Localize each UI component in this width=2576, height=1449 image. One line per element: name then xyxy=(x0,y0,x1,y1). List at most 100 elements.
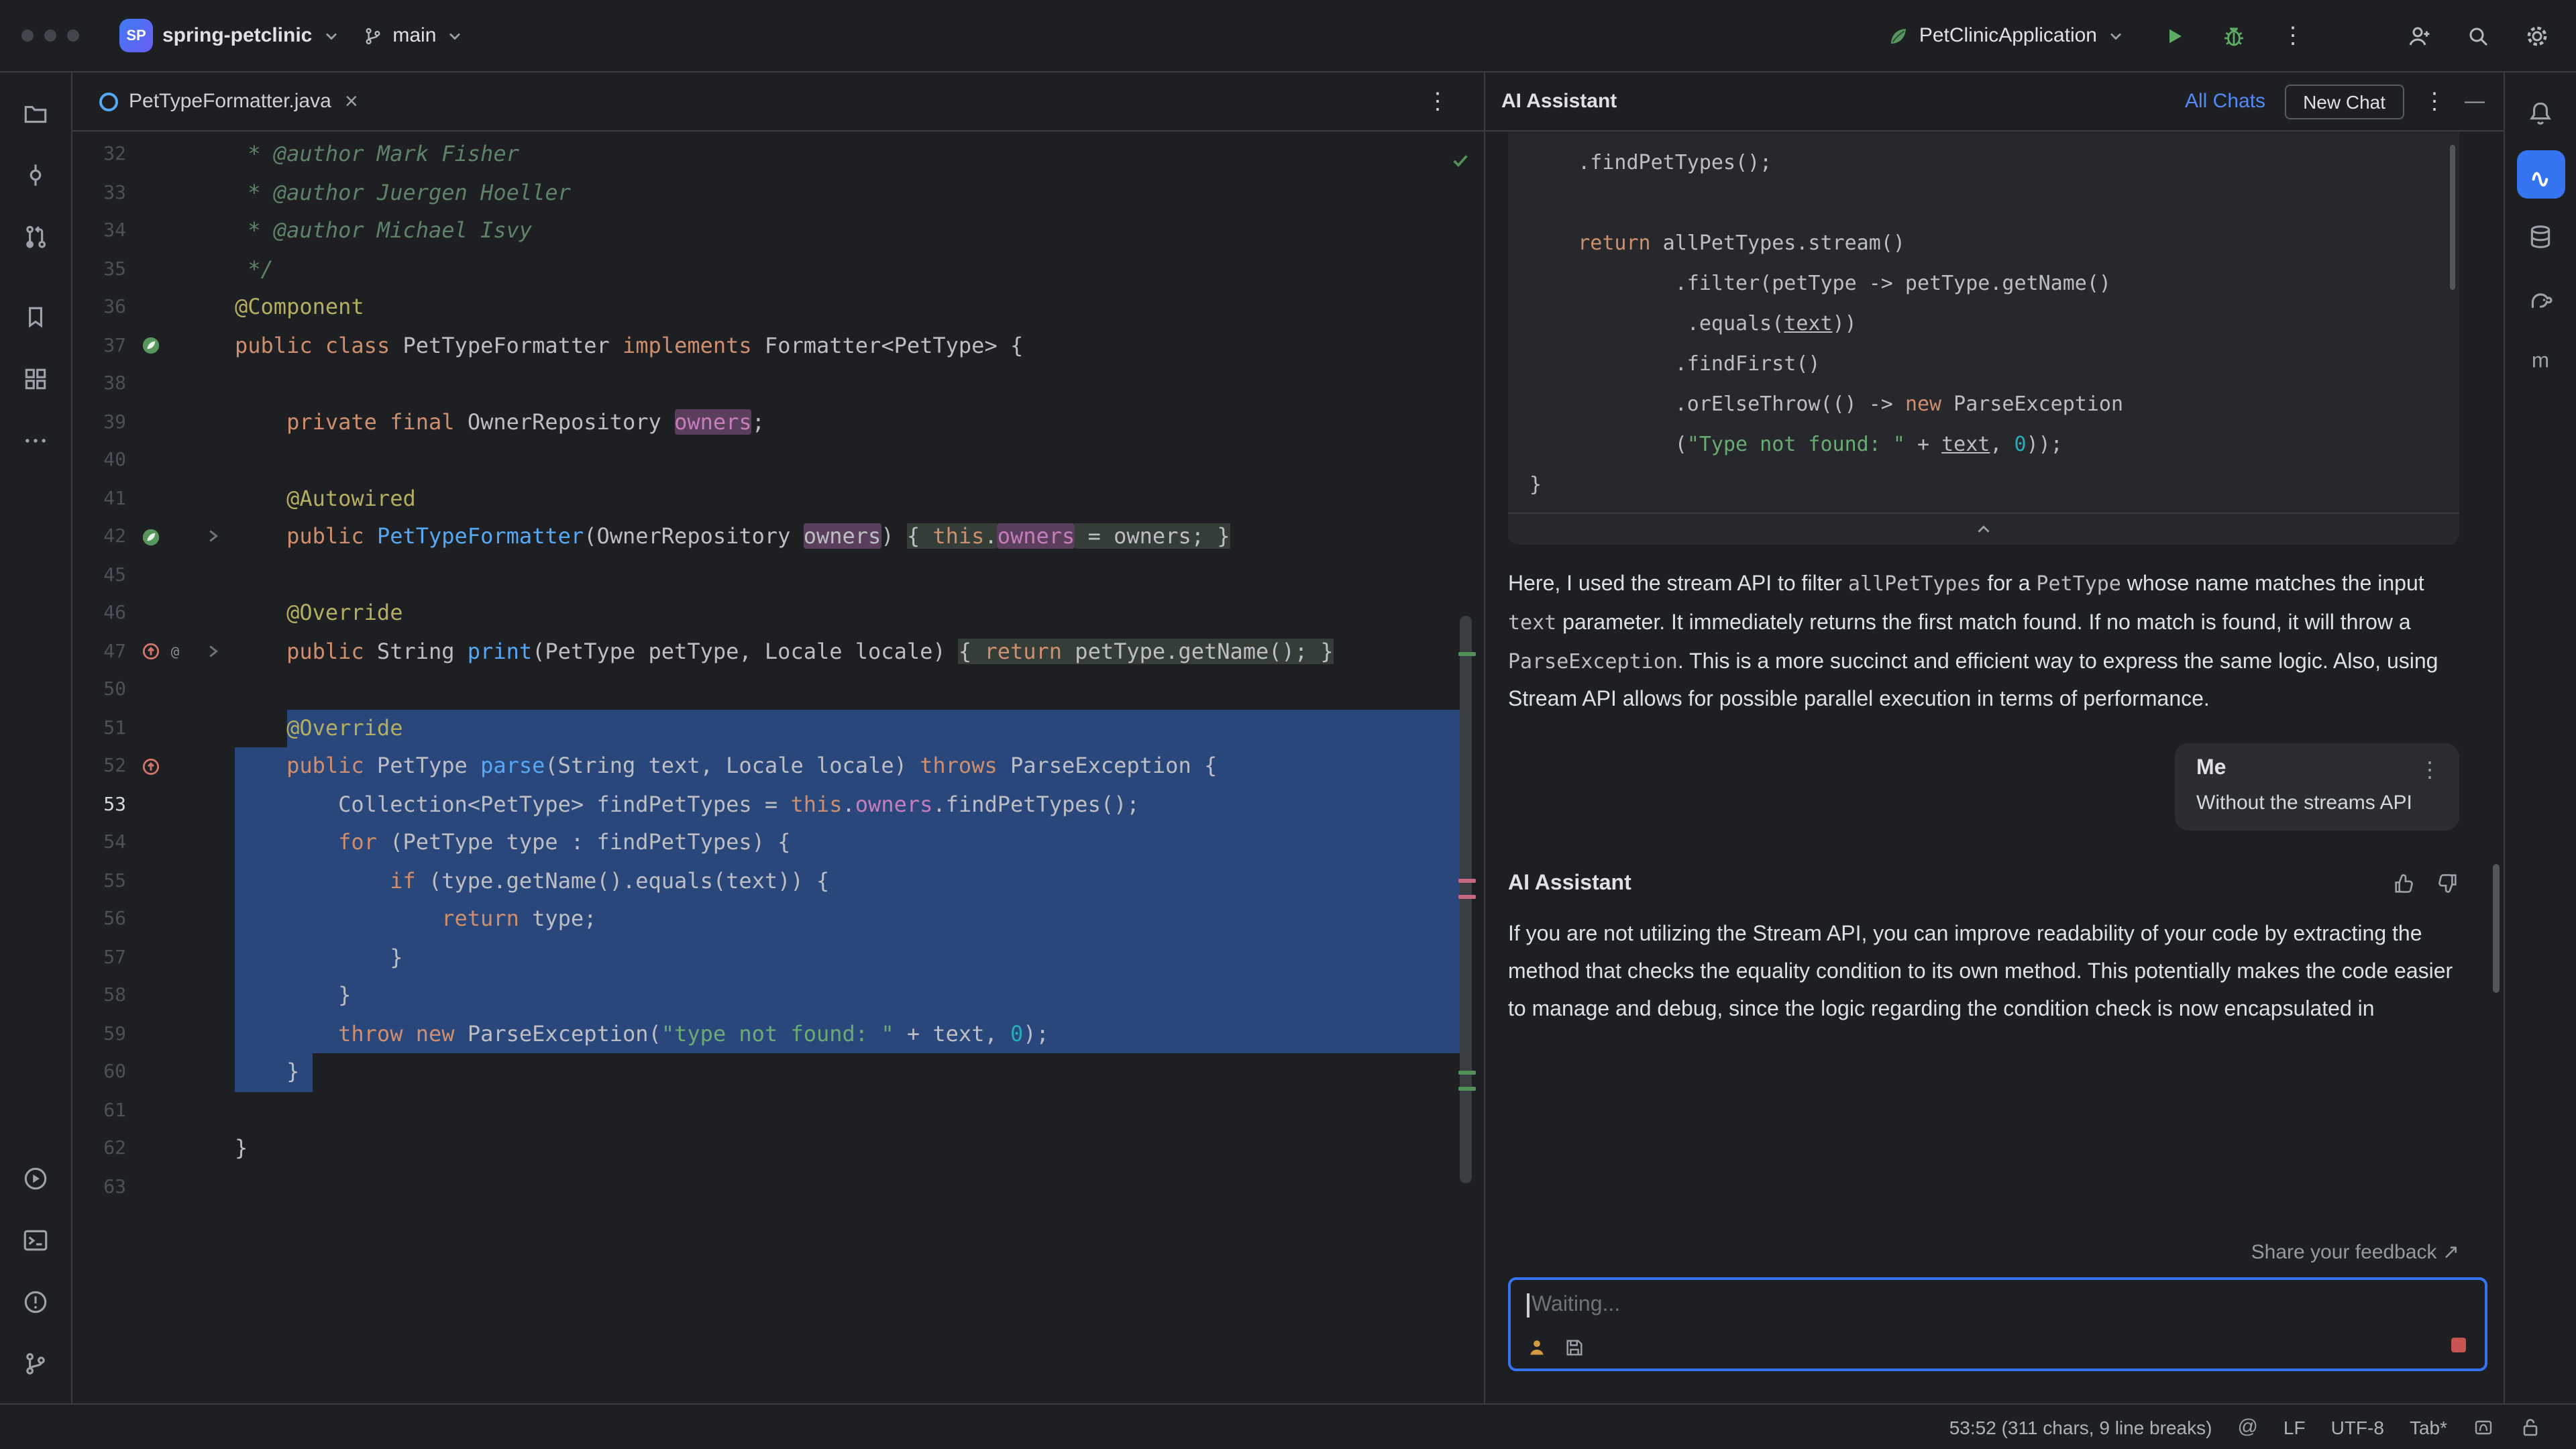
terminal-tool-button[interactable] xyxy=(11,1216,60,1264)
bookmark-icon xyxy=(21,303,50,331)
editor-line: 60 } xyxy=(72,1053,1484,1091)
share-feedback-link[interactable]: Share your feedback ↗ xyxy=(1508,1240,2459,1264)
thumbs-up-button[interactable] xyxy=(2392,871,2418,896)
overrides-gutter-icon[interactable] xyxy=(141,757,161,777)
error-stripe-mark[interactable] xyxy=(1458,1087,1476,1091)
hide-panel-button[interactable]: — xyxy=(2465,90,2485,113)
code-tokens: @Override xyxy=(286,600,403,625)
inspections-ok-icon[interactable] xyxy=(1450,150,1470,170)
editor-gutter: 51 xyxy=(72,709,235,747)
column-mode-icon[interactable] xyxy=(2473,1416,2494,1438)
error-stripe-mark[interactable] xyxy=(1458,652,1476,656)
ai-options-button[interactable]: ⋮ xyxy=(2423,90,2446,113)
left-tool-stripe xyxy=(0,72,72,1403)
branch-icon xyxy=(21,1349,50,1377)
error-stripe-mark[interactable] xyxy=(1458,1071,1476,1075)
ai-assistant-tool-button[interactable] xyxy=(2516,150,2565,199)
commit-tool-button[interactable] xyxy=(11,150,60,199)
chat-scrollbar[interactable] xyxy=(2493,864,2500,993)
code-with-me-button[interactable] xyxy=(2399,15,2439,56)
debug-button[interactable] xyxy=(2214,15,2254,56)
code-tokens: for (PetType type : findPetTypes) { xyxy=(338,829,791,855)
problems-tool-button[interactable] xyxy=(11,1277,60,1326)
error-stripe-mark[interactable] xyxy=(1458,879,1476,883)
more-actions-button[interactable]: ⋮ xyxy=(2273,15,2313,56)
editor-gutter: 57 xyxy=(72,938,235,977)
window-minimize-button[interactable] xyxy=(44,30,56,42)
lock-icon[interactable] xyxy=(2520,1416,2541,1438)
editor-tab[interactable]: PetTypeFormatter.java × xyxy=(86,72,374,130)
ai-code-line: .equals(text)) xyxy=(1529,311,1857,335)
line-number: 39 xyxy=(103,411,126,433)
editor-line: 45 xyxy=(72,556,1484,594)
caret-position-widget[interactable]: 53:52 (311 chars, 9 line breaks) xyxy=(1949,1416,2212,1438)
all-chats-link[interactable]: All Chats xyxy=(2185,90,2265,113)
collapse-code-button[interactable] xyxy=(1508,513,2459,545)
main-toolbar: SP spring-petclinic main PetClinicApplic… xyxy=(0,0,2576,72)
message-options-button[interactable]: ⋮ xyxy=(2379,757,2440,784)
editor-scrollbar[interactable] xyxy=(1460,616,1472,1183)
project-widget[interactable]: SP spring-petclinic xyxy=(109,12,351,59)
chat-input-placeholder: Waiting... xyxy=(1532,1293,1621,1316)
code-editor[interactable]: 32 * @author Mark Fisher 33 * @author Jue… xyxy=(72,131,1484,1403)
vcs-branch-widget[interactable]: main xyxy=(351,17,475,54)
fold-arrow-icon[interactable] xyxy=(203,641,223,661)
code-text: @Component xyxy=(235,288,1484,327)
editor-gutter: 61 xyxy=(72,1091,235,1130)
overrides-gutter-icon[interactable] xyxy=(141,642,161,662)
encoding-widget[interactable]: UTF-8 xyxy=(2331,1416,2384,1438)
kebab-icon: ⋮ xyxy=(2423,89,2446,114)
spring-bean-gutter-icon[interactable] xyxy=(141,527,161,547)
code-tokens: public String print(PetType petType, Loc… xyxy=(286,638,1334,663)
code-text: public String print(PetType petType, Loc… xyxy=(235,633,1484,671)
code-text: * @author Michael Isvy xyxy=(235,212,1484,250)
pull-requests-tool-button[interactable] xyxy=(11,212,60,260)
structure-tool-button[interactable] xyxy=(11,354,60,402)
line-number: 38 xyxy=(103,373,126,394)
annotation-indicator-icon[interactable]: @ xyxy=(2237,1415,2257,1438)
window-zoom-button[interactable] xyxy=(67,30,79,42)
more-tools-tool-button[interactable] xyxy=(11,416,60,464)
code-text: private final OwnerRepository owners; xyxy=(235,403,1484,441)
stop-generation-button[interactable] xyxy=(2451,1338,2466,1352)
annotation-gutter-icon[interactable]: @ xyxy=(165,642,185,662)
bookmarks-tool-button[interactable] xyxy=(11,292,60,341)
text-caret xyxy=(1527,1293,1529,1318)
play-icon xyxy=(2169,28,2182,43)
line-number: 62 xyxy=(103,1138,126,1159)
search-everywhere-button[interactable] xyxy=(2458,15,2498,56)
tab-options-button[interactable]: ⋮ xyxy=(1426,88,1449,115)
services-tool-button[interactable] xyxy=(11,1154,60,1202)
editor-line: 32 * @author Mark Fisher xyxy=(72,136,1484,174)
indent-widget[interactable]: Tab* xyxy=(2410,1416,2447,1438)
ai-agent-icon[interactable] xyxy=(1527,1338,1547,1358)
editor-line: 59 throw new ParseException("type not fo… xyxy=(72,1015,1484,1053)
run-configuration-widget[interactable]: PetClinicApplication xyxy=(1878,17,2136,54)
new-chat-button[interactable]: New Chat xyxy=(2284,84,2404,119)
error-stripe-mark[interactable] xyxy=(1458,895,1476,899)
gradle-tool-button[interactable] xyxy=(2516,274,2565,322)
notifications-tool-button[interactable] xyxy=(2516,89,2565,137)
run-button[interactable] xyxy=(2155,15,2195,56)
maven-tool-button[interactable]: m xyxy=(2516,335,2565,384)
settings-button[interactable] xyxy=(2517,15,2557,56)
ai-message-text: If you are not utilizing the Stream API,… xyxy=(1508,923,2453,1021)
line-separator-widget[interactable]: LF xyxy=(2284,1416,2306,1438)
version-control-tool-button[interactable] xyxy=(11,1339,60,1387)
project-tool-button[interactable] xyxy=(11,89,60,137)
editor-line: 52 public PetType parse(String text, Loc… xyxy=(72,747,1484,786)
editor-line: 51 @Override xyxy=(72,709,1484,747)
code-block-scrollbar[interactable] xyxy=(2450,145,2455,290)
close-tab-button[interactable]: × xyxy=(342,90,361,113)
chat-input[interactable]: Waiting... xyxy=(1508,1277,2487,1371)
java-class-icon xyxy=(99,92,118,111)
spring-bean-gutter-icon[interactable] xyxy=(141,336,161,356)
editor-gutter: 38 xyxy=(72,365,235,403)
save-prompt-icon[interactable] xyxy=(1564,1338,1585,1358)
inline-code: text xyxy=(1508,610,1557,635)
database-tool-button[interactable] xyxy=(2516,212,2565,260)
thumbs-down-button[interactable] xyxy=(2434,871,2459,896)
window-close-button[interactable] xyxy=(21,30,34,42)
fold-arrow-icon[interactable] xyxy=(203,526,223,546)
